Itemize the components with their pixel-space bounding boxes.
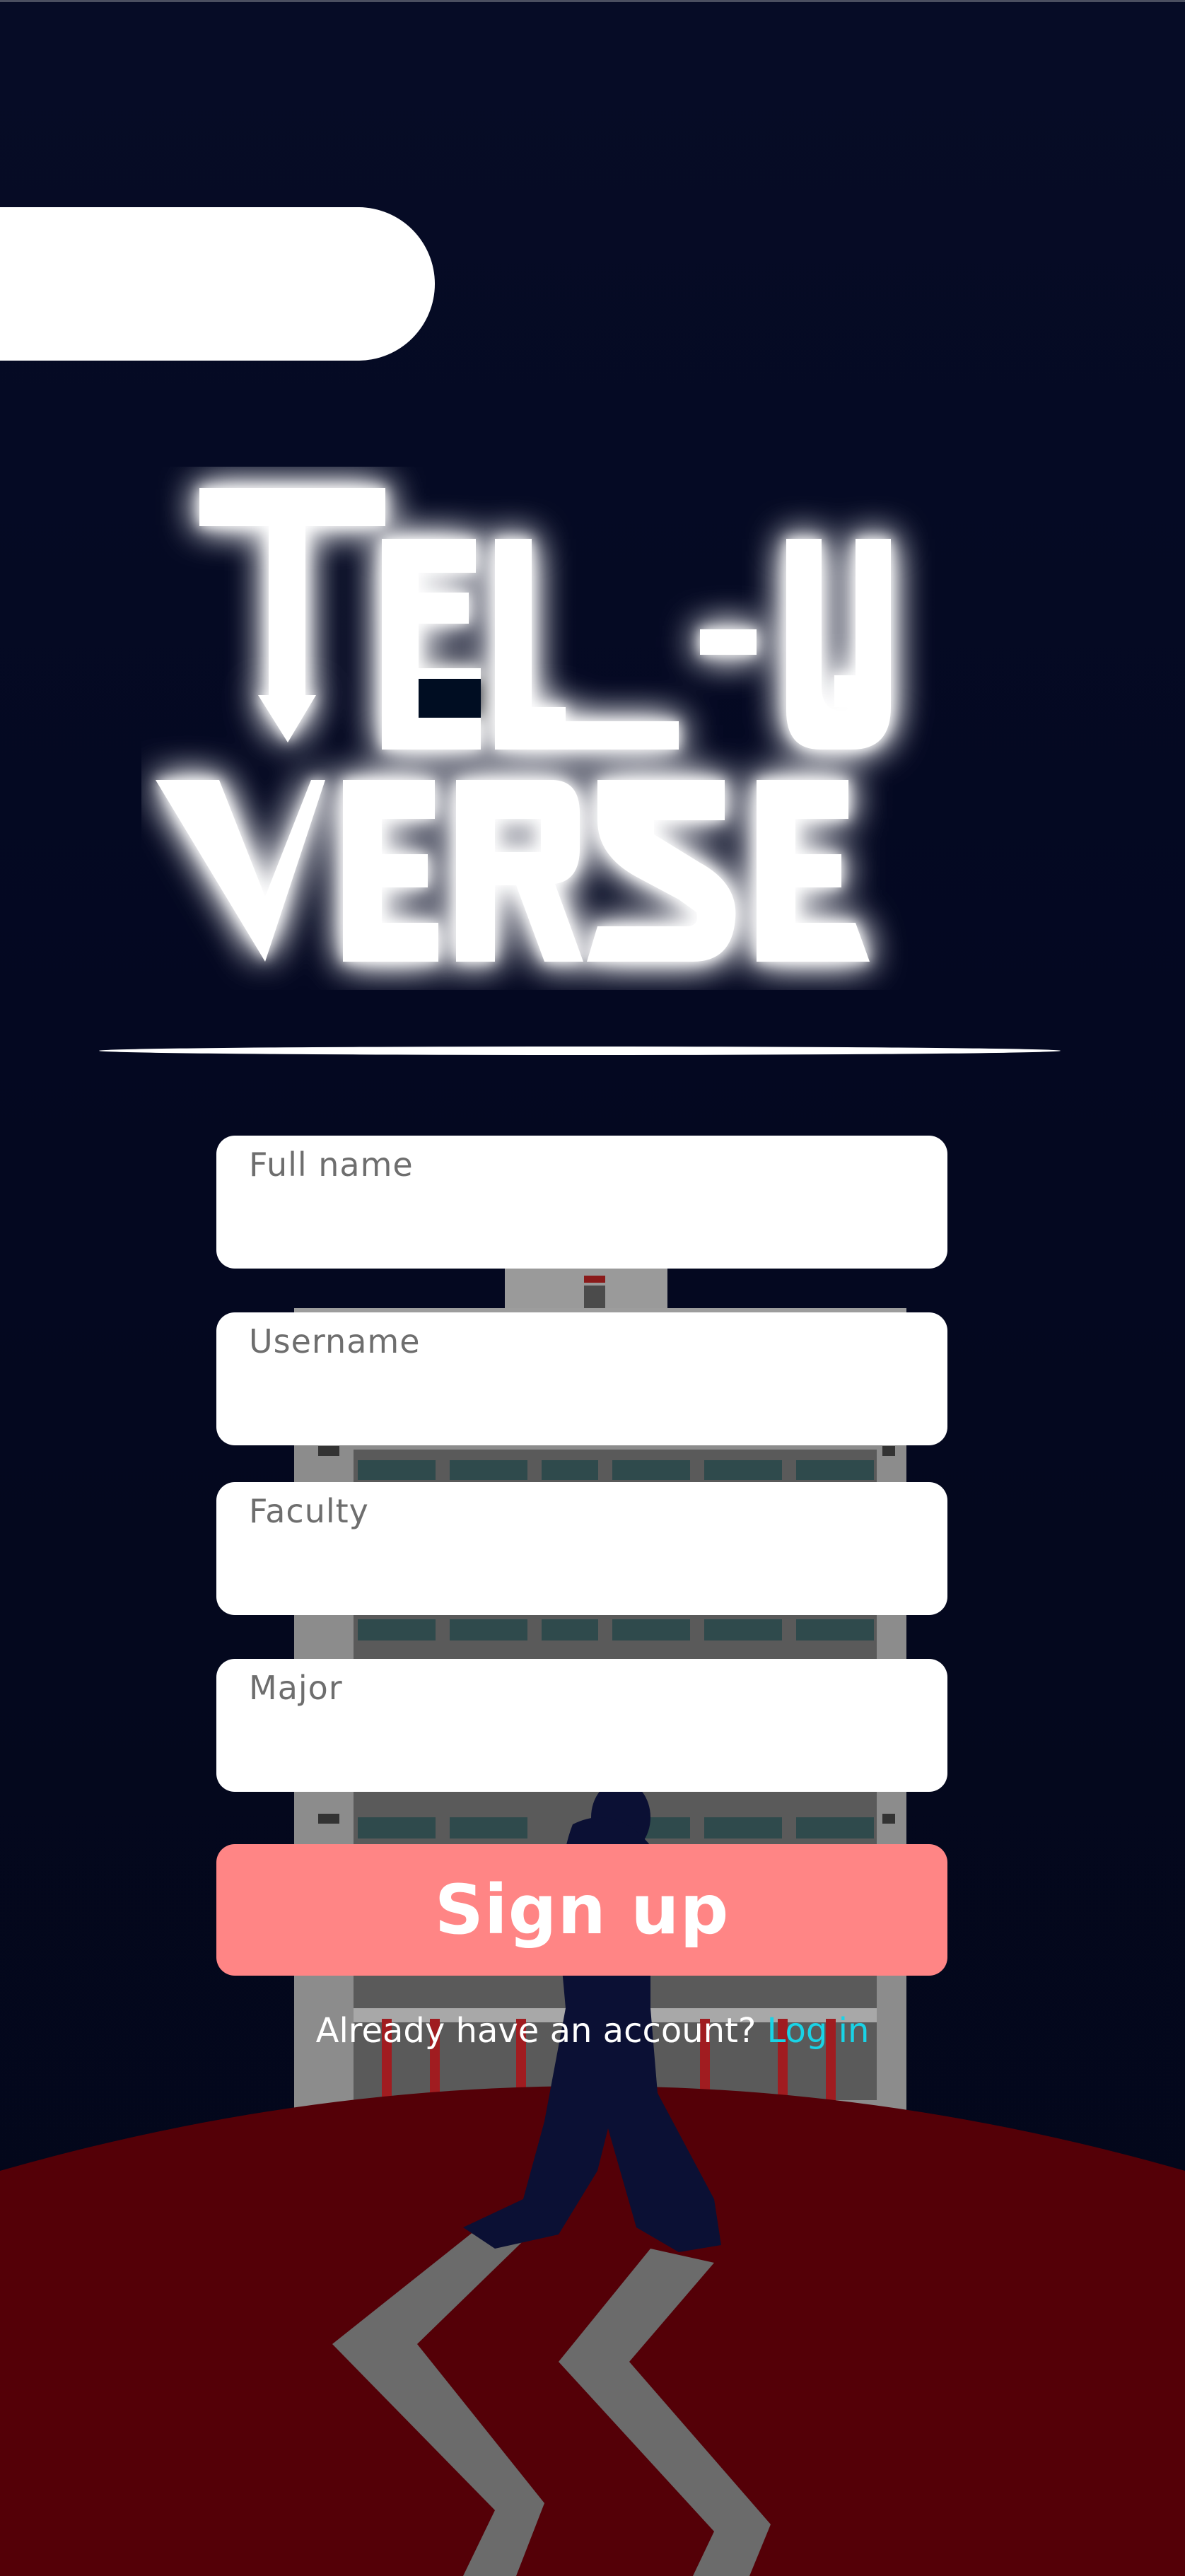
major-placeholder: Major (249, 1669, 343, 1707)
full-name-field[interactable]: Full name (216, 1136, 947, 1269)
login-link[interactable]: Log in (767, 2011, 870, 2051)
tel-u-verse-logo (156, 488, 891, 962)
username-field[interactable]: Username (216, 1312, 947, 1445)
login-prompt: Already have an account? Log in (0, 2011, 1185, 2051)
sign-up-button[interactable]: Sign up (216, 1844, 947, 1976)
major-field[interactable]: Major (216, 1659, 947, 1792)
faculty-field[interactable]: Faculty (216, 1482, 947, 1615)
login-prompt-text: Already have an account? (315, 2011, 757, 2051)
faculty-placeholder: Faculty (249, 1492, 369, 1530)
full-name-placeholder: Full name (249, 1146, 414, 1184)
white-pill-shape (0, 207, 435, 361)
top-border (0, 0, 1185, 2)
username-placeholder: Username (249, 1322, 421, 1360)
sign-up-label: Sign up (434, 1870, 730, 1950)
signup-screen: Full name Username Faculty Major Sign up… (0, 0, 1185, 2576)
logo-divider (99, 1047, 1061, 1055)
